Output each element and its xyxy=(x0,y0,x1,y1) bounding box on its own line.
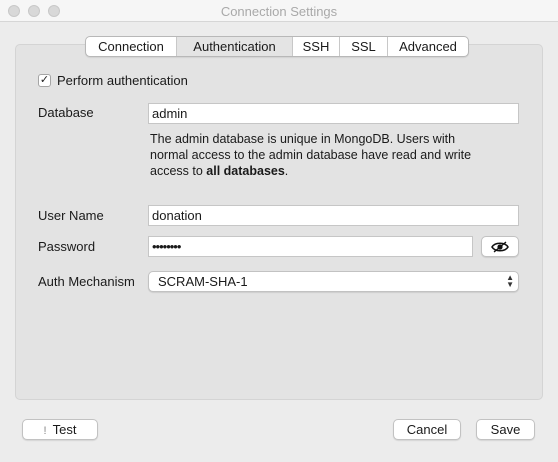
tab-ssh[interactable]: SSH xyxy=(293,37,340,56)
tab-ssl[interactable]: SSL xyxy=(340,37,388,56)
cancel-button[interactable]: Cancel xyxy=(393,419,461,440)
tab-connection[interactable]: Connection xyxy=(86,37,177,56)
save-button[interactable]: Save xyxy=(476,419,535,440)
auth-mechanism-label: Auth Mechanism xyxy=(38,274,135,289)
tab-advanced[interactable]: Advanced xyxy=(388,37,468,56)
help-line-3-suffix: . xyxy=(284,164,289,178)
warning-icon: ! xyxy=(43,425,47,437)
title-bar: Connection Settings xyxy=(0,0,558,22)
auth-mechanism-value: SCRAM-SHA-1 xyxy=(158,274,248,289)
help-line-1: The admin database is unique in MongoDB.… xyxy=(150,132,456,146)
auth-mechanism-select[interactable]: SCRAM-SHA-1 ▲ ▼ xyxy=(148,271,519,292)
help-all-databases-emphasis: all databases xyxy=(206,164,285,178)
test-button-label: Test xyxy=(52,422,77,437)
database-input[interactable]: admin xyxy=(148,103,519,124)
tab-authentication[interactable]: Authentication xyxy=(177,37,293,56)
username-label: User Name xyxy=(38,208,104,223)
help-line-2: normal access to the admin database have… xyxy=(150,148,472,162)
database-label: Database xyxy=(38,105,94,120)
perform-authentication-checkbox[interactable]: ✓ xyxy=(38,74,51,87)
perform-authentication-label: Perform authentication xyxy=(57,73,188,88)
checkmark-icon: ✓ xyxy=(39,74,50,86)
username-input[interactable]: donation xyxy=(148,205,519,226)
admin-database-help-text: The admin database is unique in MongoDB.… xyxy=(150,131,520,179)
up-down-chevron-icon: ▲ ▼ xyxy=(506,273,514,289)
help-line-3-prefix: access to xyxy=(150,164,207,178)
window-title: Connection Settings xyxy=(220,4,338,19)
test-connection-button[interactable]: ! Test xyxy=(22,419,98,440)
toggle-password-visibility-button[interactable] xyxy=(481,236,519,257)
password-input[interactable]: •••••••• xyxy=(148,236,473,257)
help-line-3: access to all databases. xyxy=(150,163,520,179)
settings-tabs: Connection Authentication SSH SSL Advanc… xyxy=(85,36,469,57)
connection-settings-window: Connection Settings Connection Authentic… xyxy=(0,0,558,462)
eye-icon xyxy=(491,241,509,256)
password-label: Password xyxy=(38,239,96,254)
